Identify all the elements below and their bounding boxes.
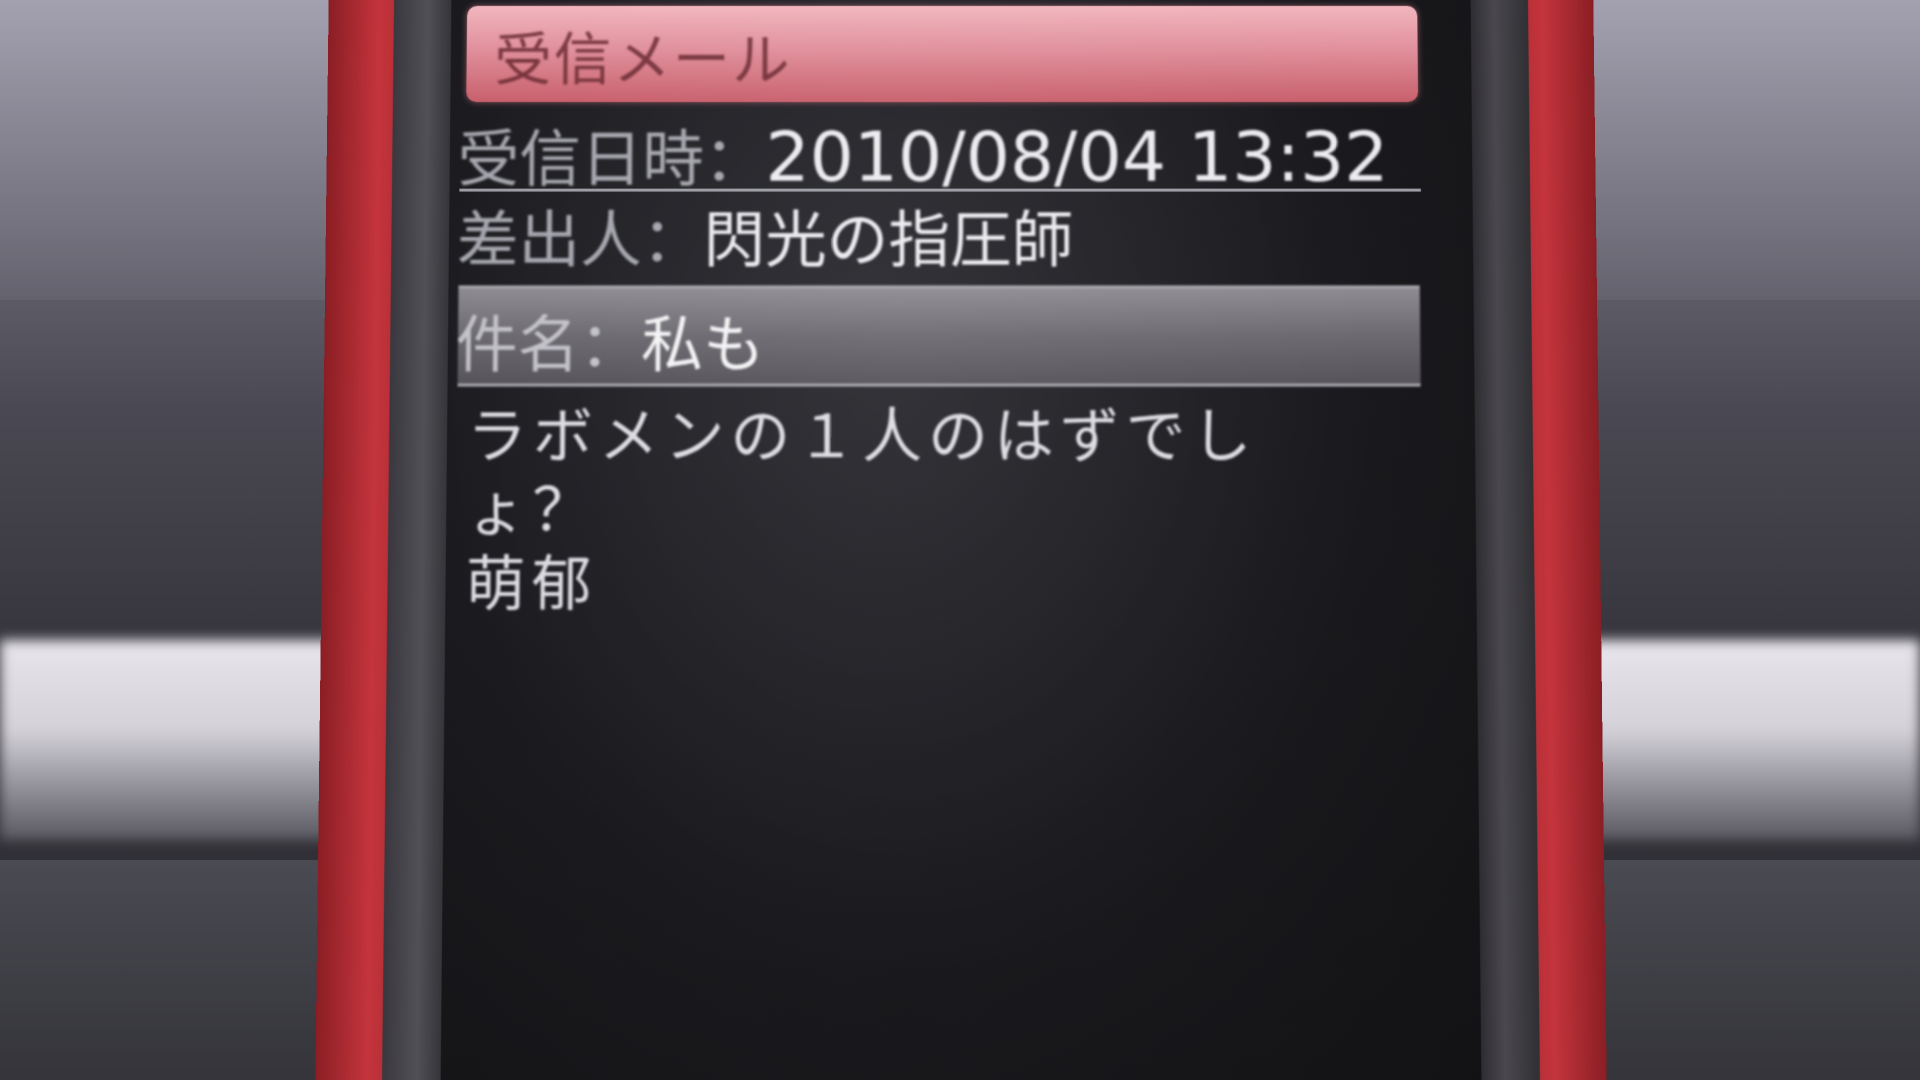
subject-row[interactable]: 件名：私も [456, 295, 1425, 372]
subject-value: 私も [641, 309, 765, 381]
mail-body-line: ょ？ [466, 474, 1326, 548]
flip-phone: 受信メール 受信日時：2010/08/04 13:32 差出人：閃光の指圧師 件… [315, 0, 1607, 1080]
mail-body-line: 萌郁 [465, 548, 1326, 622]
received-datetime-label: 受信日時： [457, 124, 765, 196]
received-datetime-value: 2010/08/04 13:32 [765, 117, 1388, 198]
phone-screen: 受信メール 受信日時：2010/08/04 13:32 差出人：閃光の指圧師 件… [440, 0, 1481, 1080]
sender-row: 差出人：閃光の指圧師 [457, 191, 1424, 268]
mail-body: ラボメンの１人のはずでし ょ？ 萌郁 [465, 400, 1326, 622]
background-scene: 受信メール 受信日時：2010/08/04 13:32 差出人：閃光の指圧師 件… [0, 0, 1920, 1080]
mail-title-bar: 受信メール [466, 6, 1418, 102]
received-datetime-row: 受信日時：2010/08/04 13:32 [457, 110, 1422, 187]
phone-bezel: 受信メール 受信日時：2010/08/04 13:32 差出人：閃光の指圧師 件… [382, 0, 1541, 1080]
mail-title: 受信メール [494, 14, 792, 96]
sender-label: 差出人： [457, 204, 704, 276]
subject-label: 件名： [456, 309, 642, 381]
sender-value: 閃光の指圧師 [703, 204, 1073, 276]
mail-body-line: ラボメンの１人のはずでし [467, 400, 1326, 474]
